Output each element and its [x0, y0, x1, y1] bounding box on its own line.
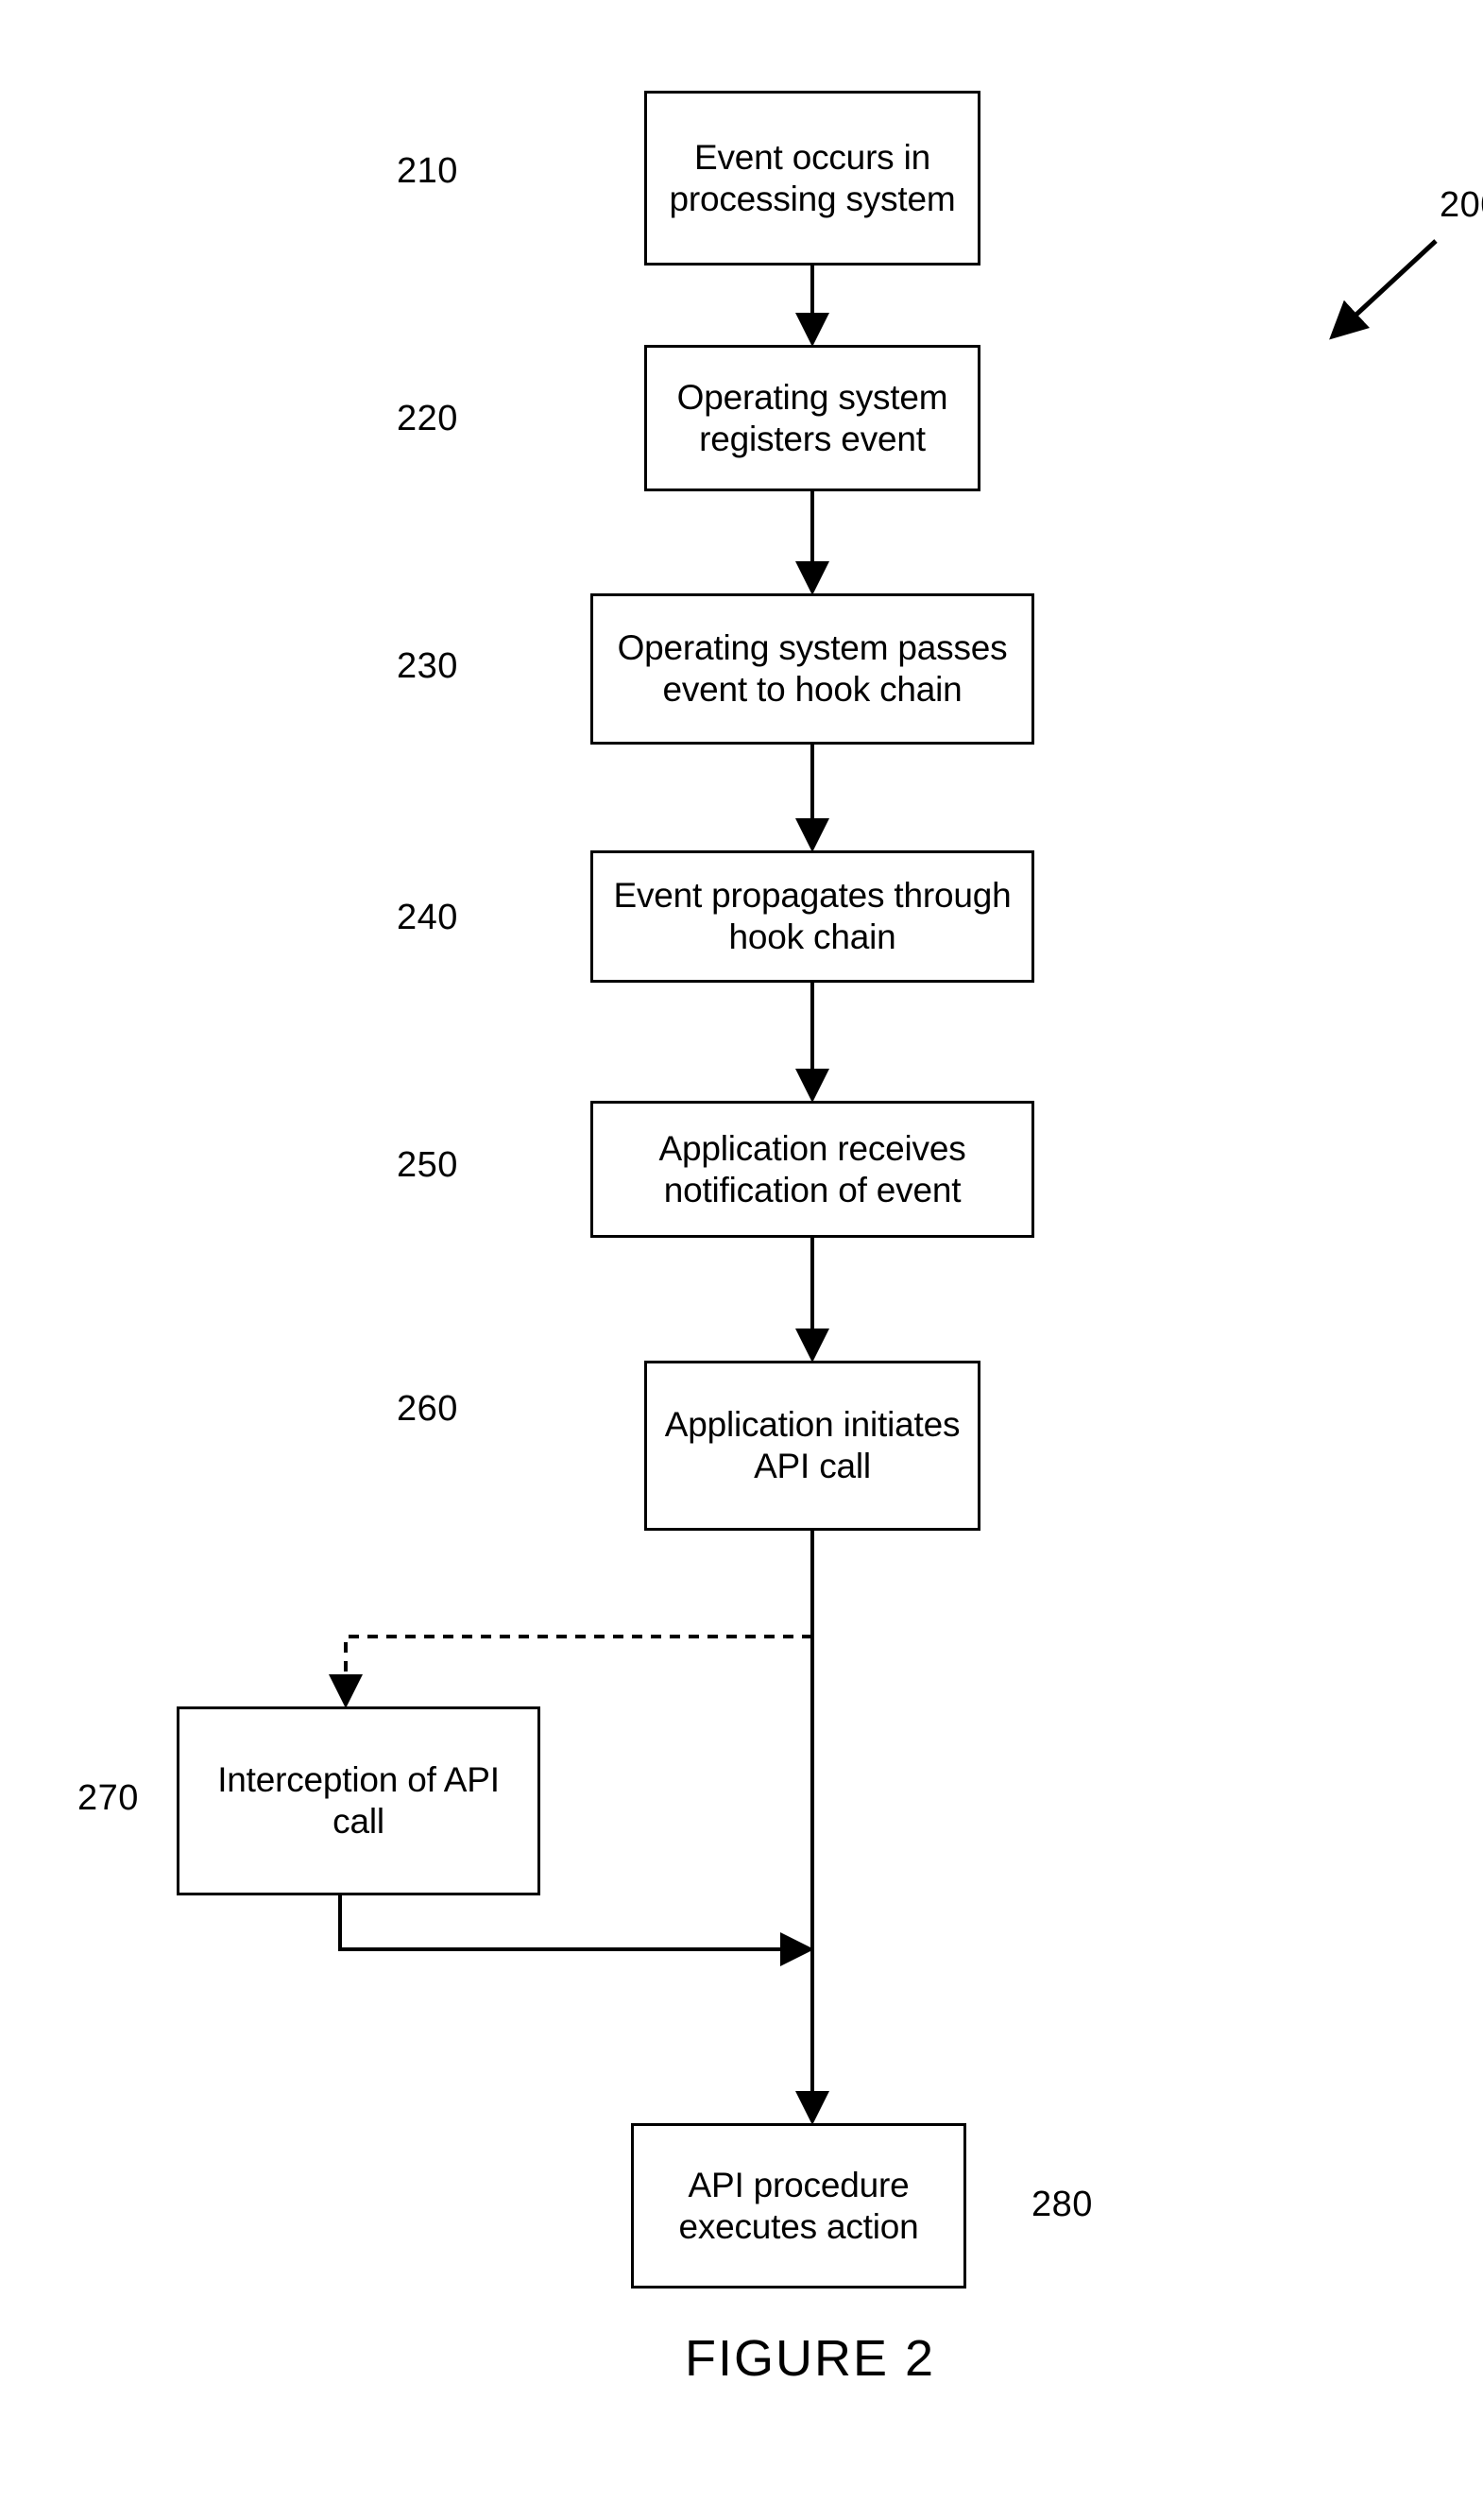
ref-label-240: 240	[397, 898, 458, 937]
node-250[interactable]: Application receives notification of eve…	[590, 1101, 1034, 1238]
ref-label-220: 220	[397, 399, 458, 438]
node-220-label: Operating system registers event	[676, 377, 948, 458]
node-230[interactable]: Operating system passes event to hook ch…	[590, 593, 1034, 745]
node-280-label: API procedure executes action	[678, 2165, 919, 2246]
node-250-label: Application receives notification of eve…	[658, 1128, 966, 1209]
connector-260-to-270-intercept	[329, 1635, 812, 1708]
node-240-label: Event propagates through hook chain	[613, 876, 1012, 956]
figure-caption: FIGURE 2	[685, 2330, 936, 2387]
ref-label-210: 210	[397, 151, 458, 191]
ref-label-230: 230	[397, 646, 458, 686]
ref-label-270: 270	[77, 1778, 139, 1818]
overall-ref-pointer	[1329, 239, 1438, 340]
node-260-label: Application initiates API call	[664, 1405, 961, 1485]
ref-label-250: 250	[397, 1145, 458, 1185]
node-270-label: Interception of API call	[217, 1760, 500, 1841]
node-270[interactable]: Interception of API call	[177, 1706, 540, 1895]
ref-label-280: 280	[1031, 2185, 1093, 2224]
ref-label-200: 200	[1440, 185, 1483, 225]
node-260[interactable]: Application initiates API call	[644, 1361, 980, 1531]
connector-270-return-to-trunk	[338, 1895, 814, 1966]
figure-canvas: Event occurs in processing system Operat…	[0, 0, 1483, 2520]
node-210[interactable]: Event occurs in processing system	[644, 91, 980, 266]
ref-label-260: 260	[397, 1389, 458, 1429]
node-220[interactable]: Operating system registers event	[644, 345, 980, 491]
node-240[interactable]: Event propagates through hook chain	[590, 850, 1034, 983]
node-280[interactable]: API procedure executes action	[631, 2123, 966, 2289]
node-210-label: Event occurs in processing system	[669, 137, 956, 218]
node-230-label: Operating system passes event to hook ch…	[617, 628, 1008, 709]
